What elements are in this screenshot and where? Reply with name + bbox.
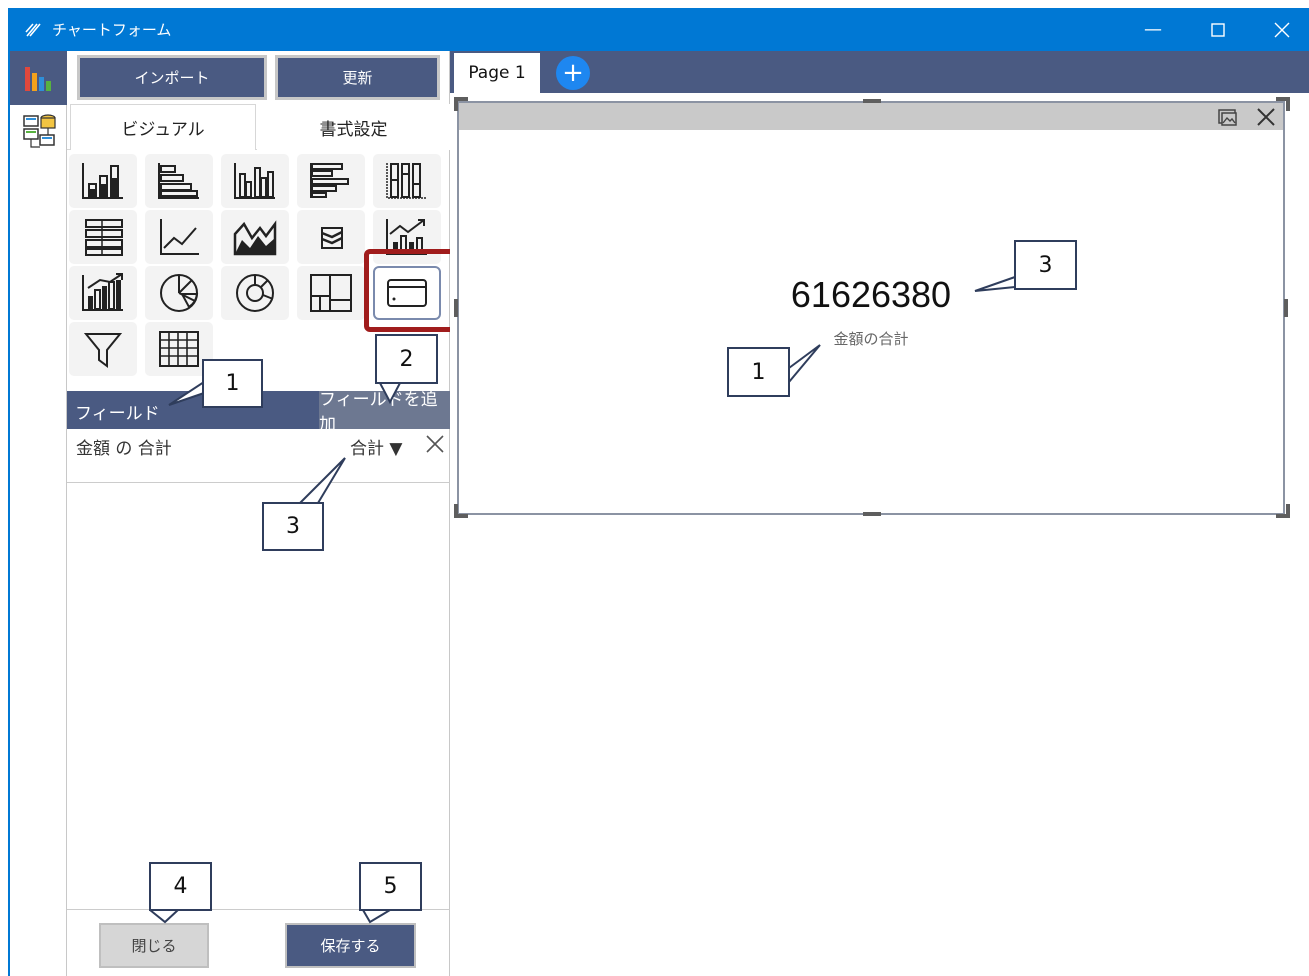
bar-chart-icon — [24, 67, 51, 91]
visual-line[interactable] — [145, 210, 213, 264]
visual-header — [459, 103, 1283, 130]
resize-handle-top[interactable] — [863, 99, 881, 103]
callout-2-add-field: 2 — [375, 334, 438, 384]
resize-handle-top-right-v[interactable] — [1286, 97, 1290, 111]
visual-card[interactable] — [373, 266, 441, 320]
visual-100-bar[interactable] — [69, 210, 137, 264]
visual-clustered-column[interactable] — [221, 154, 289, 208]
callout-4-close: 4 — [149, 862, 212, 911]
line-column-combo-icon — [386, 219, 427, 255]
data-source-icon — [22, 114, 56, 148]
visual-line-column-combo[interactable] — [373, 210, 441, 264]
resize-handle-top-left-v[interactable] — [454, 97, 458, 111]
aggregation-dropdown[interactable]: 合計 ▼ — [350, 434, 402, 459]
card-label: 金額の合計 — [833, 330, 909, 348]
visual-funnel[interactable] — [69, 322, 137, 376]
visual-stacked-bar[interactable] — [145, 154, 213, 208]
close-icon — [1274, 22, 1290, 37]
tab-format[interactable]: 書式設定 — [257, 104, 450, 150]
rail-data-button[interactable] — [10, 105, 67, 159]
visual-treemap[interactable] — [297, 266, 365, 320]
tab-page-1[interactable]: Page 1 — [454, 53, 540, 93]
visual-100-column[interactable] — [373, 154, 441, 208]
minimize-button[interactable]: — — [1123, 8, 1183, 51]
area-chart-icon — [233, 220, 277, 256]
treemap-icon — [310, 274, 352, 312]
rail-chart-button[interactable] — [10, 51, 67, 105]
card-value: 61626380 — [790, 274, 952, 315]
close-window-button[interactable] — [1252, 8, 1309, 51]
visual-donut[interactable] — [221, 266, 289, 320]
left-rail — [10, 51, 67, 976]
ribbon-chart-icon — [321, 227, 343, 249]
visual-stacked-column[interactable] — [69, 154, 137, 208]
page-tab-bar: Page 1 + — [450, 51, 1309, 93]
callout-5-save: 5 — [359, 862, 422, 911]
resize-handle-bottom-left-v[interactable] — [454, 504, 458, 518]
clustered-bar-icon — [310, 163, 349, 198]
table-icon — [159, 331, 199, 367]
fields-title: フィールド — [75, 404, 160, 424]
waterfall-icon — [82, 273, 123, 311]
add-page-button[interactable]: + — [556, 56, 590, 90]
close-button[interactable]: 閉じる — [99, 923, 209, 968]
card-icon — [387, 279, 427, 307]
visual-clustered-bar[interactable] — [297, 154, 365, 208]
visual-config-panel: インポート 更新 ビジュアル 書式設定 フィールド フィールドを追加 金額 の … — [67, 51, 456, 976]
visual-area[interactable] — [221, 210, 289, 264]
save-button[interactable]: 保存する — [285, 923, 416, 968]
add-field-button[interactable]: フィールドを追加 — [319, 390, 450, 435]
visual-ribbon[interactable] — [297, 210, 365, 264]
field-item-name: 金額 の 合計 — [76, 439, 172, 459]
chart-form-window: チャートフォーム — インポート 更新 ビジュアル 書式設定 フィールド フィー… — [8, 8, 1309, 976]
callout-1-card-label: 1 — [727, 347, 790, 397]
line-chart-icon — [160, 219, 199, 255]
refresh-button[interactable]: 更新 — [275, 55, 440, 100]
maximize-icon — [1211, 22, 1225, 37]
window-title: チャートフォーム — [52, 21, 172, 39]
visual-pie[interactable] — [145, 266, 213, 320]
resize-handle-left[interactable] — [454, 299, 458, 317]
callout-1-fields: 1 — [202, 359, 263, 408]
remove-field-icon[interactable] — [424, 433, 446, 455]
stacked-column-icon — [82, 163, 123, 199]
resize-handle-bottom-right-v[interactable] — [1286, 504, 1290, 518]
funnel-icon — [83, 333, 123, 368]
close-visual-icon[interactable] — [1255, 106, 1277, 128]
callout-3-aggregation: 3 — [262, 502, 324, 551]
image-export-icon[interactable] — [1217, 106, 1239, 128]
panel-tabs: ビジュアル 書式設定 — [67, 104, 450, 150]
app-icon — [25, 23, 41, 37]
callout-3-card-value: 3 — [1014, 240, 1077, 290]
resize-handle-bottom[interactable] — [863, 512, 881, 516]
import-button[interactable]: インポート — [77, 55, 267, 100]
plus-icon: + — [562, 58, 584, 88]
donut-chart-icon — [236, 274, 274, 312]
stacked-bar-icon — [158, 163, 199, 199]
tab-visual[interactable]: ビジュアル — [70, 104, 256, 150]
pie-chart-icon — [160, 274, 199, 312]
maximize-button[interactable] — [1188, 8, 1248, 51]
100-bar-icon — [85, 219, 123, 256]
card-visual[interactable]: 61626380 金額の合計 — [457, 101, 1285, 515]
clustered-column-icon — [234, 163, 275, 199]
title-bar: チャートフォーム — — [10, 8, 1309, 51]
resize-handle-right[interactable] — [1284, 299, 1288, 317]
visual-waterfall[interactable] — [69, 266, 137, 320]
field-item: 金額 の 合計 合計 ▼ — [67, 429, 450, 483]
100-column-icon — [386, 163, 427, 199]
report-canvas: Page 1 + 61626380 金額の合計 — [450, 51, 1309, 976]
